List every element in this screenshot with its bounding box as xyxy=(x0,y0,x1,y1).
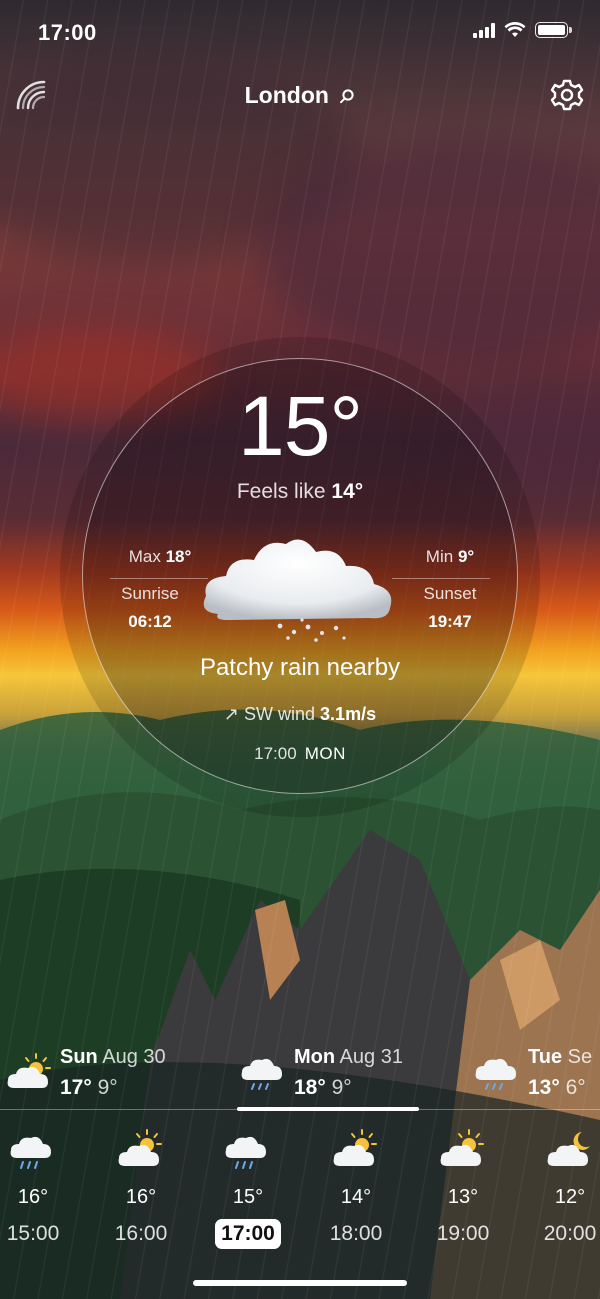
search-icon xyxy=(339,88,355,109)
cellular-signal-icon xyxy=(473,22,495,38)
battery-icon xyxy=(535,22,572,38)
moon-cloud-icon xyxy=(547,1132,590,1166)
rain-cloud-icon xyxy=(475,1058,516,1090)
day-card-sun[interactable]: Sun Aug 30 17° 9° xyxy=(6,1040,226,1104)
hour-item[interactable]: 16° 15:00 xyxy=(0,1128,78,1249)
wind-info: ↗ SW wind 3.1m/s xyxy=(223,704,377,724)
feels-like: Feels like 14° xyxy=(236,480,364,503)
selected-hour: 17:00 xyxy=(215,1219,281,1249)
hour-item[interactable]: 16° 16:00 xyxy=(96,1128,186,1249)
day-card-mon[interactable]: Mon Aug 31 18° 9° xyxy=(240,1040,460,1104)
condition-text: Patchy rain nearby xyxy=(199,654,401,681)
divider-left xyxy=(110,578,208,579)
sun-cloud-icon xyxy=(118,1129,162,1166)
hour-item[interactable]: 15° 17:00 xyxy=(203,1128,293,1249)
daily-forecast[interactable]: Sun Aug 30 17° 9° Mon Aug 31 18° 9° Tue … xyxy=(0,1040,600,1110)
top-nav: London xyxy=(0,72,600,122)
city-selector[interactable]: London xyxy=(0,82,600,109)
hour-item[interactable]: 12° 20:00 xyxy=(525,1128,600,1249)
sunrise: Sunrise 06:12 xyxy=(121,584,179,631)
wifi-icon xyxy=(504,22,526,37)
status-icons xyxy=(473,22,572,38)
status-time: 17:00 xyxy=(38,20,97,45)
rain-cloud-icon xyxy=(10,1136,52,1169)
selected-day-indicator xyxy=(237,1107,419,1111)
min-temp: Min 9° xyxy=(425,547,475,566)
hour-item[interactable]: 14° 18:00 xyxy=(311,1128,401,1249)
status-bar: 17:00 xyxy=(0,0,600,66)
max-temp: Max 18° xyxy=(128,547,192,566)
rain-cloud-icon xyxy=(225,1136,266,1169)
city-name: London xyxy=(244,82,329,108)
home-indicator[interactable] xyxy=(193,1280,407,1286)
sun-cloud-icon xyxy=(333,1129,377,1166)
current-temperature: 15° xyxy=(237,379,363,473)
rain-cloud-icon xyxy=(241,1058,282,1090)
hour-item[interactable]: 13° 19:00 xyxy=(418,1128,508,1249)
sun-cloud-icon xyxy=(7,1053,51,1088)
sun-cloud-icon xyxy=(440,1129,484,1166)
dial-time: 17:00 MON xyxy=(254,744,346,763)
sunset: Sunset 19:47 xyxy=(423,584,477,631)
hourly-forecast[interactable]: 16° 15:00 16° 16:00 15° 17:00 14° 18:00 xyxy=(0,1128,600,1258)
divider-right xyxy=(392,578,490,579)
day-card-tue[interactable]: Tue Se 13° 6° xyxy=(474,1040,600,1104)
rain-cloud-icon xyxy=(203,539,392,642)
gear-icon[interactable] xyxy=(550,78,584,112)
